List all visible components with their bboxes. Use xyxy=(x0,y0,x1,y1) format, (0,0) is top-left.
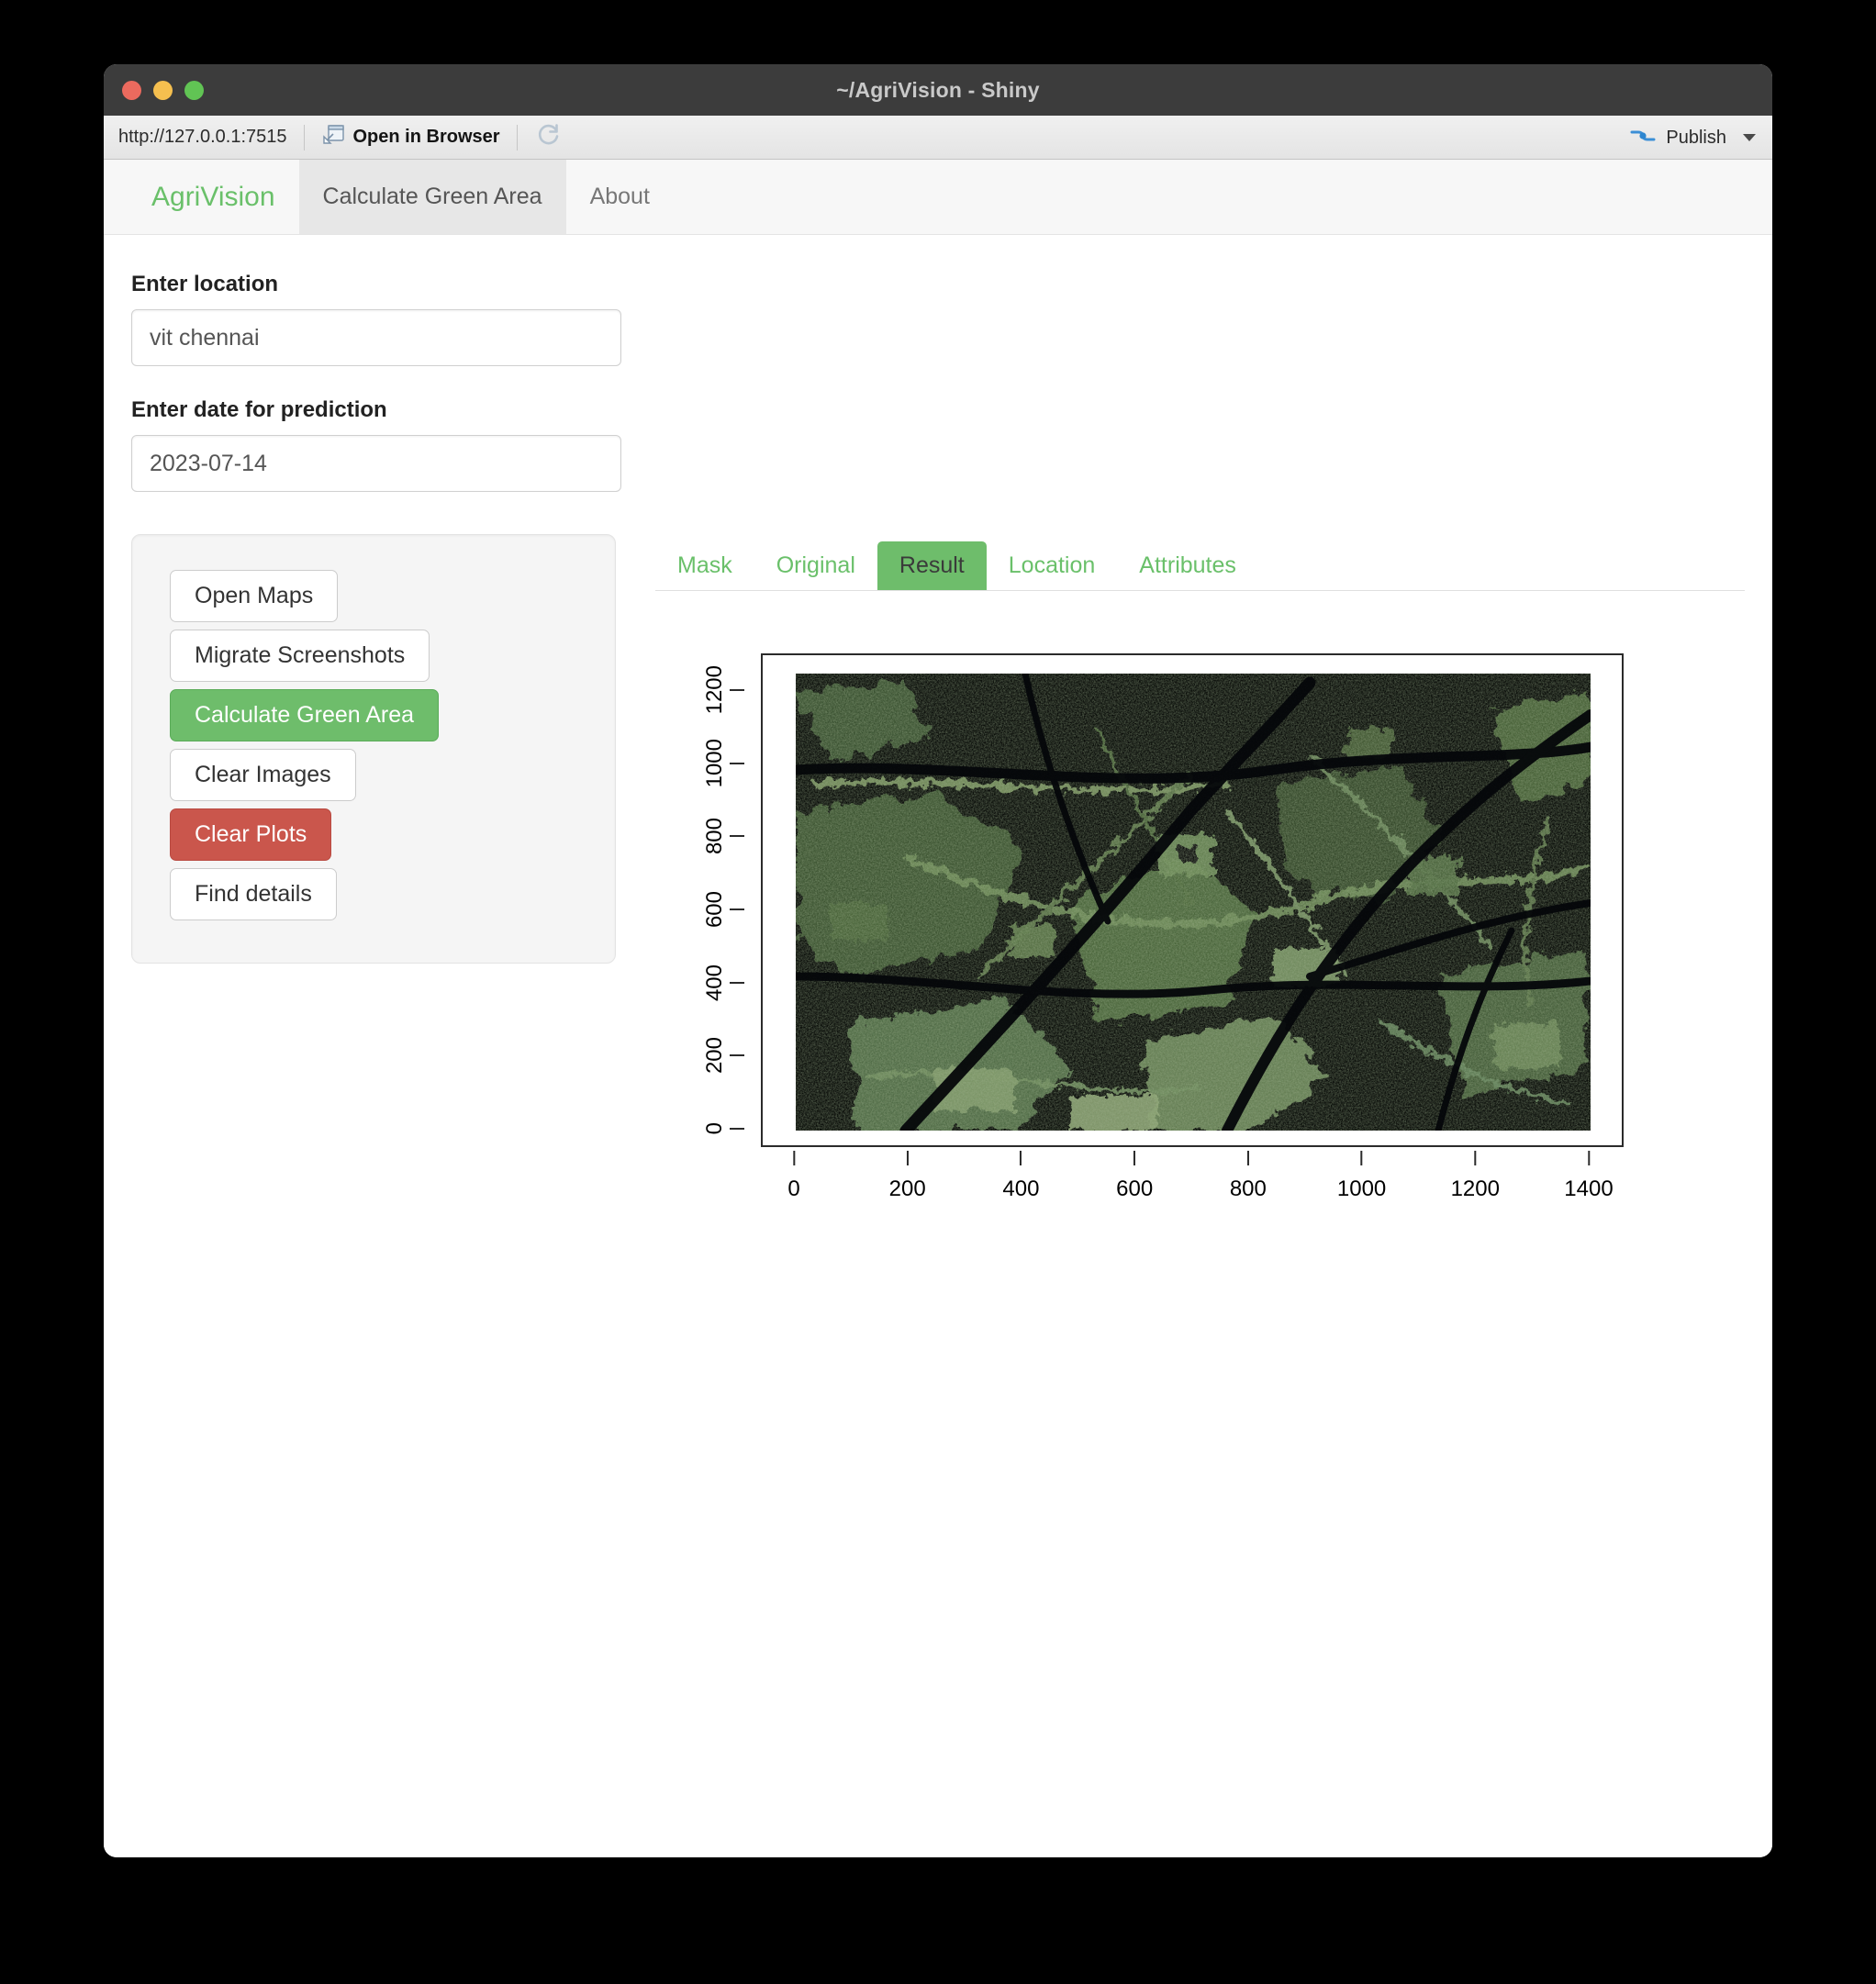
application-window: ~/AgriVision - Shiny http://127.0.0.1:75… xyxy=(104,64,1772,1857)
y-axis-tick-label: 200 xyxy=(702,1037,727,1075)
x-axis-tick: 800 xyxy=(1230,1151,1267,1202)
y-axis-tick-label: 800 xyxy=(702,818,727,855)
result-plot: 0 200 400 600 800 1000 1200 0 200 400 600 800 1000 12… xyxy=(655,615,1745,1248)
y-axis-tick-label: 400 xyxy=(702,964,727,1001)
x-axis-tick: 200 xyxy=(889,1151,926,1202)
x-axis-tick-label: 1400 xyxy=(1564,1176,1614,1201)
window-controls xyxy=(122,64,204,116)
x-axis-tick-mark xyxy=(1360,1151,1363,1165)
tab-location[interactable]: Location xyxy=(987,541,1118,590)
publish-button[interactable]: Publish xyxy=(1629,116,1756,160)
minimize-window-button[interactable] xyxy=(153,80,173,100)
clear-images-button[interactable]: Clear Images xyxy=(170,749,356,801)
input-form: Enter location Enter date for prediction xyxy=(131,272,645,492)
x-axis-tick-label: 800 xyxy=(1229,1176,1267,1201)
x-axis-tick: 400 xyxy=(1002,1151,1039,1202)
navbar-brand[interactable]: AgriVision xyxy=(128,160,299,234)
find-details-button[interactable]: Find details xyxy=(170,868,337,920)
open-maps-button[interactable]: Open Maps xyxy=(170,570,339,622)
y-axis-tick-mark xyxy=(730,835,744,838)
navbar: AgriVision Calculate Green Area About xyxy=(104,160,1772,235)
tab-attributes[interactable]: Attributes xyxy=(1117,541,1258,590)
x-axis-tick-label: 1000 xyxy=(1336,1176,1387,1201)
publish-label: Publish xyxy=(1666,127,1726,148)
reload-icon xyxy=(536,122,562,152)
open-in-browser-icon xyxy=(321,124,345,150)
x-axis-tick: 1200 xyxy=(1451,1151,1500,1202)
toolbar-divider xyxy=(303,124,305,150)
window-title: ~/AgriVision - Shiny xyxy=(836,77,1040,102)
chevron-down-icon[interactable] xyxy=(1743,134,1756,141)
shiny-app-page: AgriVision Calculate Green Area About En… xyxy=(104,160,1772,1857)
x-axis-tick-label: 0 xyxy=(787,1176,800,1201)
maximize-window-button[interactable] xyxy=(184,80,204,100)
y-axis-tick-mark xyxy=(730,1128,744,1130)
x-axis-tick-mark xyxy=(792,1151,795,1165)
y-axis-tick-mark xyxy=(730,762,744,764)
y-axis-tick-label: 0 xyxy=(702,1122,727,1135)
open-in-browser-label: Open in Browser xyxy=(352,127,500,147)
y-axis-tick-mark xyxy=(730,688,744,691)
x-axis-tick-label: 1200 xyxy=(1450,1176,1500,1201)
x-axis-tick-label: 200 xyxy=(888,1176,926,1201)
calculate-green-area-button[interactable]: Calculate Green Area xyxy=(170,689,440,741)
y-axis-tick-label: 600 xyxy=(702,890,727,928)
date-input[interactable] xyxy=(131,435,621,492)
y-axis-tick-mark xyxy=(730,1054,744,1057)
close-window-button[interactable] xyxy=(122,80,141,100)
nav-tab-calculate-green-area[interactable]: Calculate Green Area xyxy=(298,160,566,234)
plot-frame xyxy=(761,653,1624,1147)
x-axis-tick: 1000 xyxy=(1337,1151,1386,1202)
raster-content xyxy=(796,674,1591,1131)
window-titlebar: ~/AgriVision - Shiny xyxy=(104,64,1772,116)
x-axis-tick-mark xyxy=(1020,1151,1022,1165)
migrate-screenshots-button[interactable]: Migrate Screenshots xyxy=(170,630,430,682)
tab-mask[interactable]: Mask xyxy=(655,541,754,590)
reload-button[interactable] xyxy=(519,122,578,152)
x-axis-tick-label: 600 xyxy=(1116,1176,1154,1201)
clear-plots-button[interactable]: Clear Plots xyxy=(170,808,332,861)
location-field-label: Enter location xyxy=(131,272,279,296)
open-in-browser-button[interactable]: Open in Browser xyxy=(307,124,515,150)
x-axis-tick-label: 400 xyxy=(1002,1176,1040,1201)
date-field-label: Enter date for prediction xyxy=(131,397,387,422)
location-input[interactable] xyxy=(131,309,621,366)
app-url-label: http://127.0.0.1:7515 xyxy=(118,127,287,147)
result-panel: Mask Original Result Location Attributes xyxy=(616,534,1745,1248)
x-axis-tick: 600 xyxy=(1116,1151,1153,1202)
y-axis-tick-mark xyxy=(730,981,744,984)
actions-well-panel: Open Maps Migrate Screenshots Calculate … xyxy=(131,534,616,964)
main-split: Open Maps Migrate Screenshots Calculate … xyxy=(131,534,1745,1248)
shiny-viewer-toolbar: http://127.0.0.1:7515 Open in Browser Pu… xyxy=(104,116,1772,160)
nav-tab-about[interactable]: About xyxy=(566,160,674,234)
toolbar-divider-2 xyxy=(516,124,518,150)
x-axis-tick-mark xyxy=(1246,1151,1249,1165)
tab-original[interactable]: Original xyxy=(754,541,877,590)
y-axis-tick-label: 1200 xyxy=(702,665,727,715)
vegetation-mask-raster xyxy=(796,674,1591,1131)
page-body: Enter location Enter date for prediction… xyxy=(104,235,1772,1248)
tab-result[interactable]: Result xyxy=(877,541,987,590)
result-tabset: Mask Original Result Location Attributes xyxy=(655,534,1745,591)
rsconnect-publish-icon xyxy=(1629,124,1657,152)
x-axis-tick-mark xyxy=(1587,1151,1590,1165)
y-axis-tick-mark xyxy=(730,908,744,910)
x-axis-tick-mark xyxy=(906,1151,909,1165)
x-axis-tick: 1400 xyxy=(1564,1151,1614,1202)
y-axis-tick-label: 1000 xyxy=(702,738,727,788)
x-axis-tick-mark xyxy=(1474,1151,1477,1165)
x-axis-tick-mark xyxy=(1133,1151,1136,1165)
x-axis-tick: 0 xyxy=(787,1151,800,1202)
